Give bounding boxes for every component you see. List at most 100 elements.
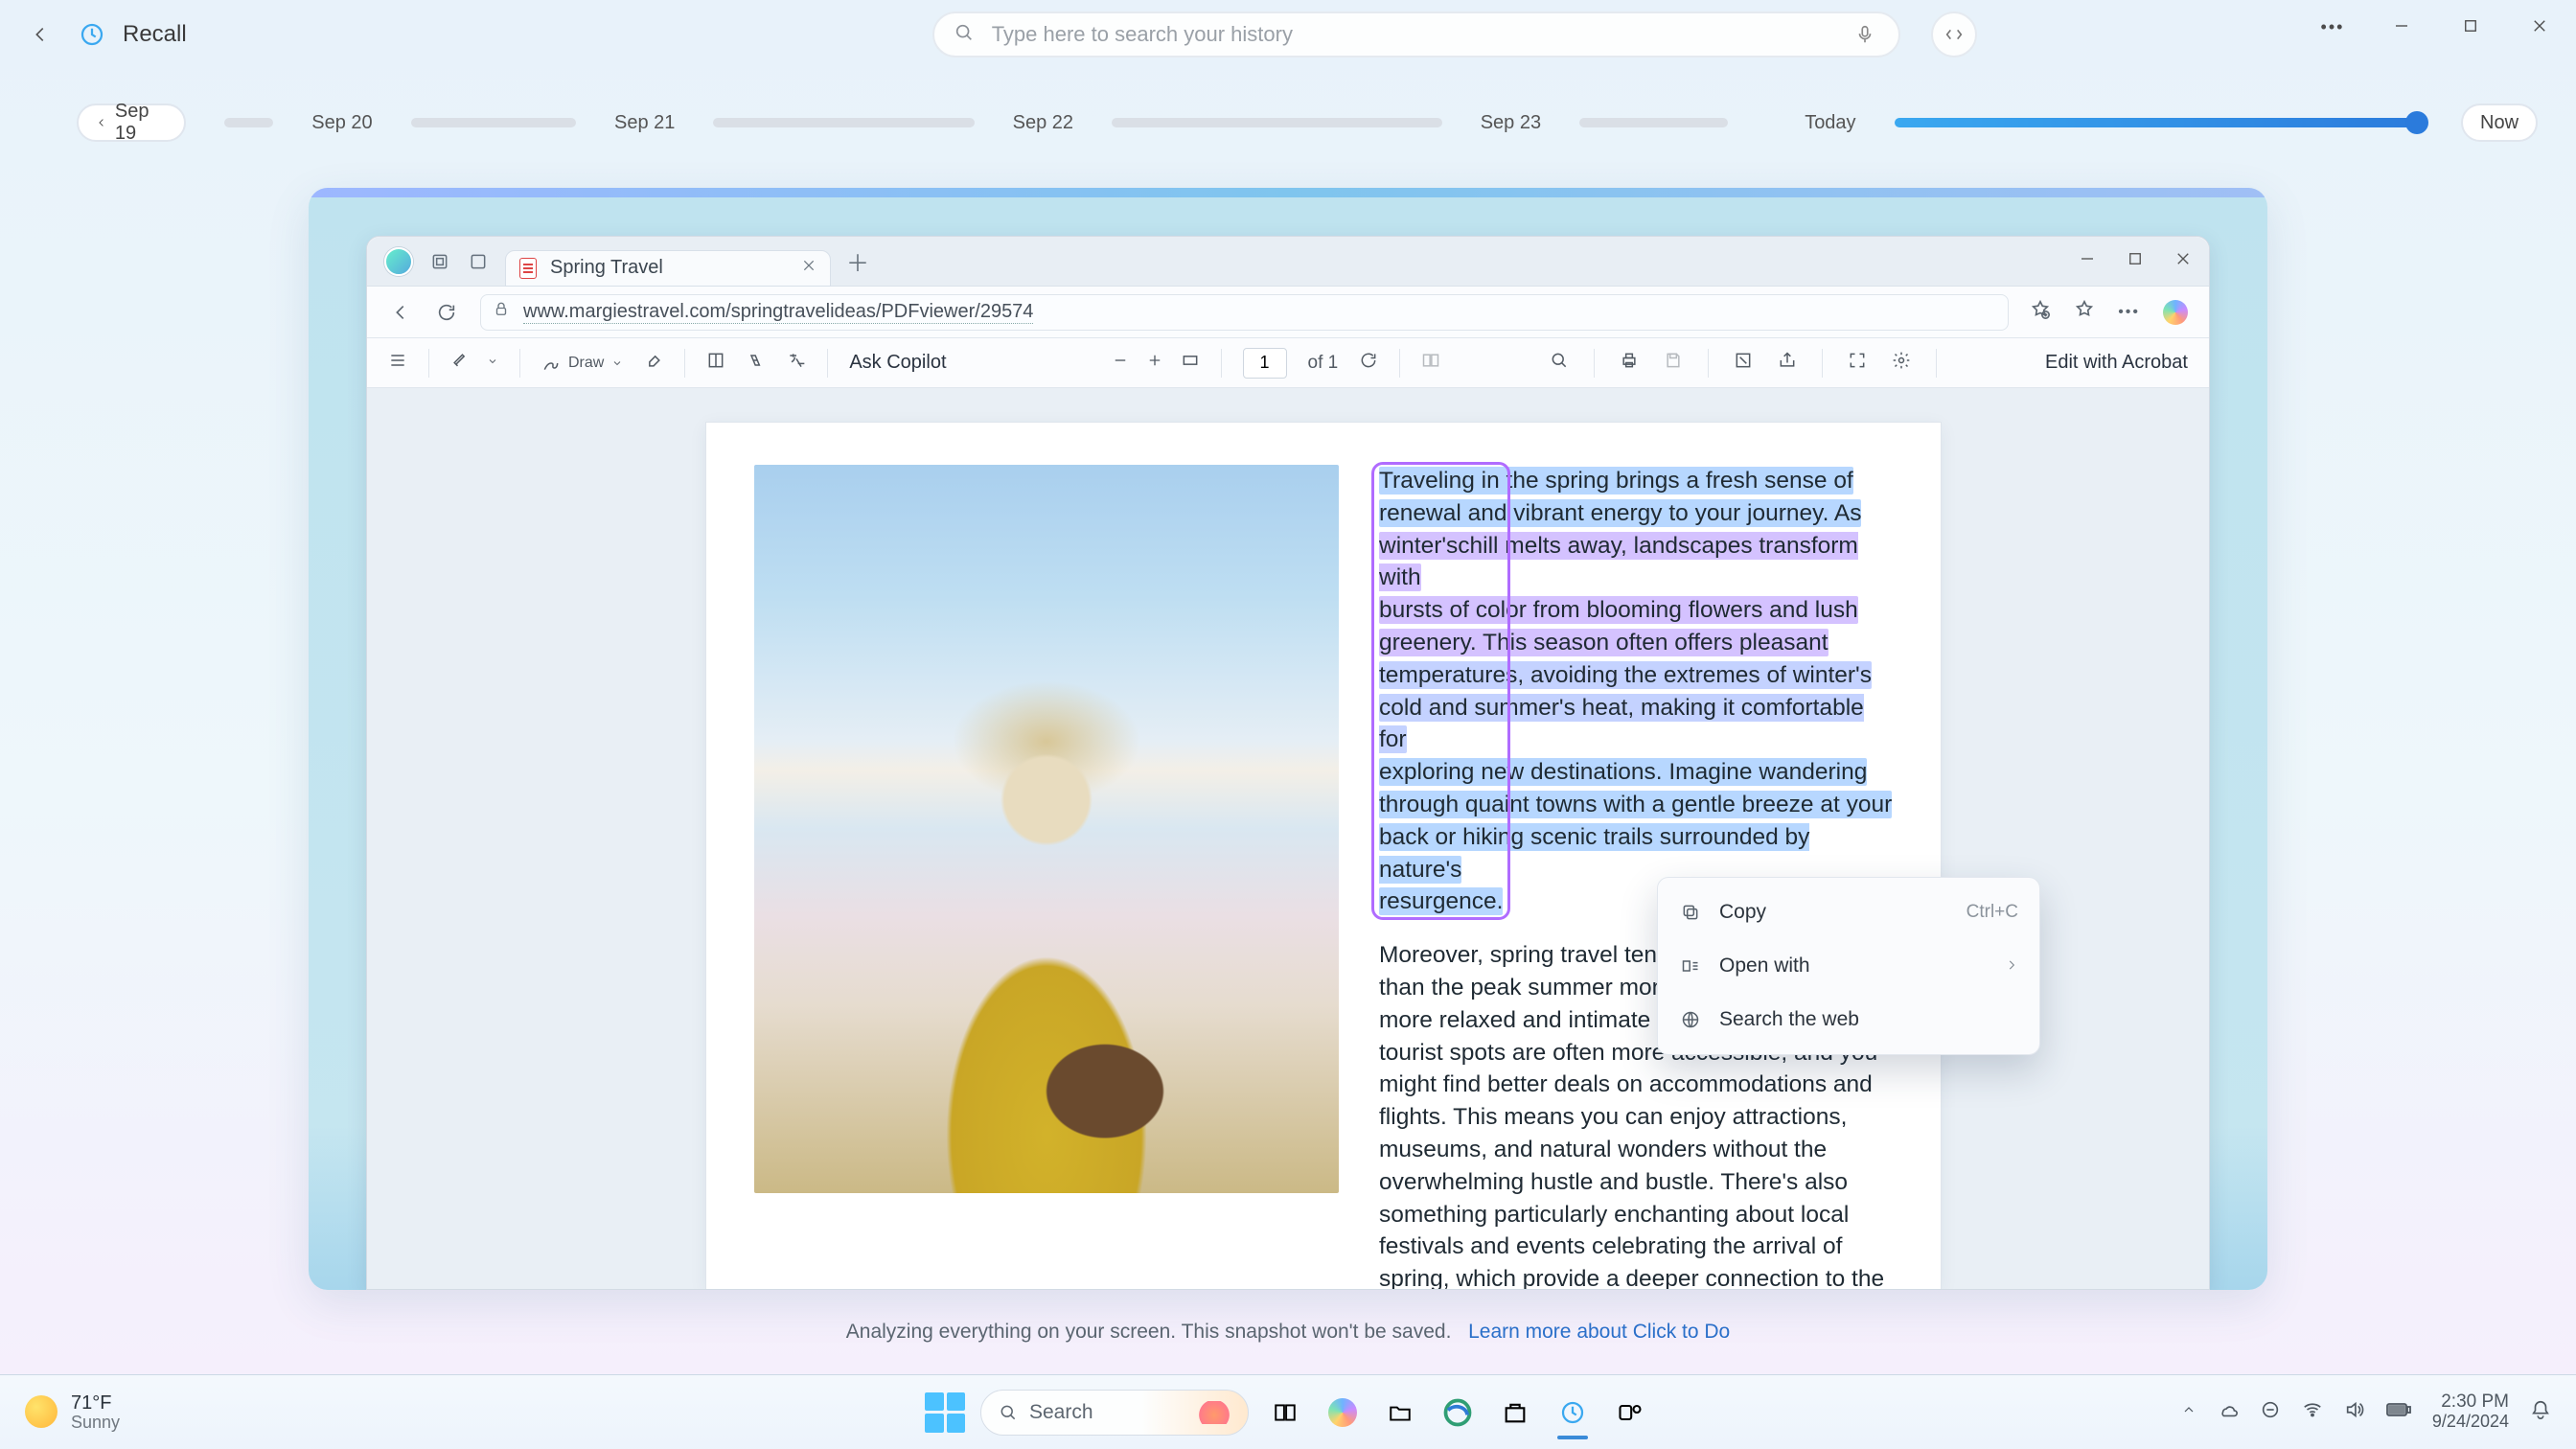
taskbar: 71°F Sunny Search 2:30 PM 9/24/2024 <box>0 1374 2576 1449</box>
page-view-icon[interactable] <box>706 351 725 375</box>
timeline-day-label: Sep 20 <box>311 112 372 134</box>
page-number-input[interactable] <box>1243 348 1287 379</box>
copilot-taskbar-icon[interactable] <box>1322 1392 1364 1434</box>
zoom-in-button[interactable] <box>1146 352 1163 374</box>
timeline-segment[interactable] <box>224 118 274 127</box>
find-icon[interactable] <box>1550 351 1569 375</box>
timeline-day-label: Sep 23 <box>1481 112 1541 134</box>
browser-close-button[interactable] <box>2174 250 2192 272</box>
doc-line: cold and summer's heat, making it comfor… <box>1379 694 1864 754</box>
search-icon <box>999 1403 1018 1422</box>
browser-back-button[interactable] <box>388 300 413 325</box>
timeline-now-chip[interactable]: Now <box>2461 104 2538 142</box>
context-open-with[interactable]: Open with <box>1658 939 2039 993</box>
fullscreen-icon[interactable] <box>1848 351 1867 375</box>
taskbar-search[interactable]: Search <box>980 1390 1249 1436</box>
history-search[interactable] <box>932 12 1900 58</box>
rotate-icon[interactable] <box>1359 351 1378 375</box>
share-icon[interactable] <box>1778 351 1797 375</box>
history-search-input[interactable] <box>992 22 1833 47</box>
context-copy[interactable]: Copy Ctrl+C <box>1658 886 2039 939</box>
tray-battery-icon[interactable] <box>2386 1402 2411 1422</box>
edge-icon[interactable] <box>1437 1392 1479 1434</box>
pdf-viewport[interactable]: Traveling in the spring brings a fresh s… <box>367 388 2209 1289</box>
recall-taskbar-icon[interactable] <box>1552 1392 1594 1434</box>
taskbar-clock[interactable]: 2:30 PM 9/24/2024 <box>2432 1392 2509 1432</box>
new-tab-button[interactable]: ＋ <box>846 244 869 278</box>
tab-actions-icon[interactable] <box>467 250 490 273</box>
save-icon[interactable] <box>1664 351 1683 375</box>
context-label: Open with <box>1719 954 1810 978</box>
browser-more-icon[interactable]: ••• <box>2118 304 2140 321</box>
tray-onedrive-icon[interactable] <box>2218 1399 2239 1425</box>
timeline-now-label: Now <box>2480 112 2518 134</box>
banner-link[interactable]: Learn more about Click to Do <box>1468 1321 1730 1343</box>
lock-icon <box>493 301 510 323</box>
browser-maximize-button[interactable] <box>2127 250 2144 272</box>
timeline-segment[interactable] <box>713 118 974 127</box>
doc-line: renewal and vibrant energy to your journ… <box>1379 499 1861 527</box>
timeline-segment[interactable] <box>1112 118 1442 127</box>
zoom-out-button[interactable] <box>1112 352 1129 374</box>
ask-copilot-button[interactable]: Ask Copilot <box>849 352 946 374</box>
address-bar[interactable]: www.margiestravel.com/springtravelideas/… <box>480 294 2009 331</box>
timeline[interactable]: Sep 19 Sep 20 Sep 21 Sep 22 Sep 23 Today… <box>77 92 2538 153</box>
snapshot-panel: Spring Travel ＋ www.margiestravel.com/sp… <box>309 188 2267 1290</box>
notifications-icon[interactable] <box>2530 1399 2551 1425</box>
tray-volume-icon[interactable] <box>2344 1399 2365 1425</box>
more-icon[interactable]: ••• <box>2319 17 2346 40</box>
draw-button[interactable]: Draw <box>541 354 623 373</box>
doc-line: Traveling in the spring brings a fresh s… <box>1379 467 1853 494</box>
banner-text: Analyzing everything on your screen. Thi… <box>846 1321 1452 1343</box>
context-search-web[interactable]: Search the web <box>1658 993 2039 1046</box>
selected-text[interactable]: Traveling in the spring brings a fresh s… <box>1379 468 1892 914</box>
store-icon[interactable] <box>1494 1392 1536 1434</box>
chevron-down-icon[interactable] <box>487 355 498 372</box>
browser-tab[interactable]: Spring Travel <box>505 250 831 287</box>
copilot-icon[interactable] <box>2163 300 2188 325</box>
settings-icon[interactable] <box>1892 351 1911 375</box>
highlight-icon[interactable] <box>450 351 470 375</box>
annotate-icon[interactable] <box>1734 351 1753 375</box>
tab-close-button[interactable] <box>801 258 816 278</box>
mic-icon[interactable] <box>1851 20 1879 49</box>
profile-avatar[interactable] <box>384 247 413 276</box>
two-page-icon[interactable] <box>1421 351 1440 375</box>
start-button[interactable] <box>925 1392 965 1433</box>
favorite-add-icon[interactable] <box>2030 299 2051 325</box>
taskview-icon[interactable] <box>1264 1392 1306 1434</box>
search-icon <box>954 22 975 48</box>
close-button[interactable] <box>2526 17 2553 40</box>
edit-acrobat-button[interactable]: Edit with Acrobat <box>2045 352 2188 374</box>
timeline-today-segment[interactable] <box>1895 118 2423 127</box>
read-aloud-icon[interactable] <box>747 351 766 375</box>
doc-line: resurgence. <box>1379 887 1503 915</box>
copy-icon <box>1679 901 1702 924</box>
minimize-button[interactable] <box>2388 17 2415 40</box>
expand-search-button[interactable] <box>1931 12 1977 58</box>
browser-minimize-button[interactable] <box>2079 250 2096 272</box>
tray-input-icon[interactable] <box>2260 1399 2281 1425</box>
page-total: of 1 <box>1308 353 1339 374</box>
translate-icon[interactable] <box>787 351 806 375</box>
pdf-favicon-icon <box>519 258 537 279</box>
erase-icon[interactable] <box>644 351 663 375</box>
weather-temp: 71°F <box>71 1392 120 1414</box>
contents-icon[interactable] <box>388 351 407 375</box>
tray-wifi-icon[interactable] <box>2302 1399 2323 1425</box>
explorer-icon[interactable] <box>1379 1392 1421 1434</box>
weather-widget[interactable]: 71°F Sunny <box>25 1392 120 1433</box>
maximize-button[interactable] <box>2457 17 2484 40</box>
timeline-segment[interactable] <box>411 118 576 127</box>
workspaces-icon[interactable] <box>428 250 451 273</box>
browser-refresh-button[interactable] <box>434 300 459 325</box>
teams-icon[interactable] <box>1609 1392 1651 1434</box>
back-button[interactable] <box>23 17 58 52</box>
favorites-icon[interactable] <box>2074 299 2095 325</box>
timeline-start-chip[interactable]: Sep 19 <box>77 104 186 142</box>
fit-page-icon[interactable] <box>1181 351 1200 375</box>
print-icon[interactable] <box>1620 351 1639 375</box>
tab-title: Spring Travel <box>550 257 663 279</box>
tray-chevron-icon[interactable] <box>2181 1402 2196 1422</box>
timeline-segment[interactable] <box>1579 118 1728 127</box>
